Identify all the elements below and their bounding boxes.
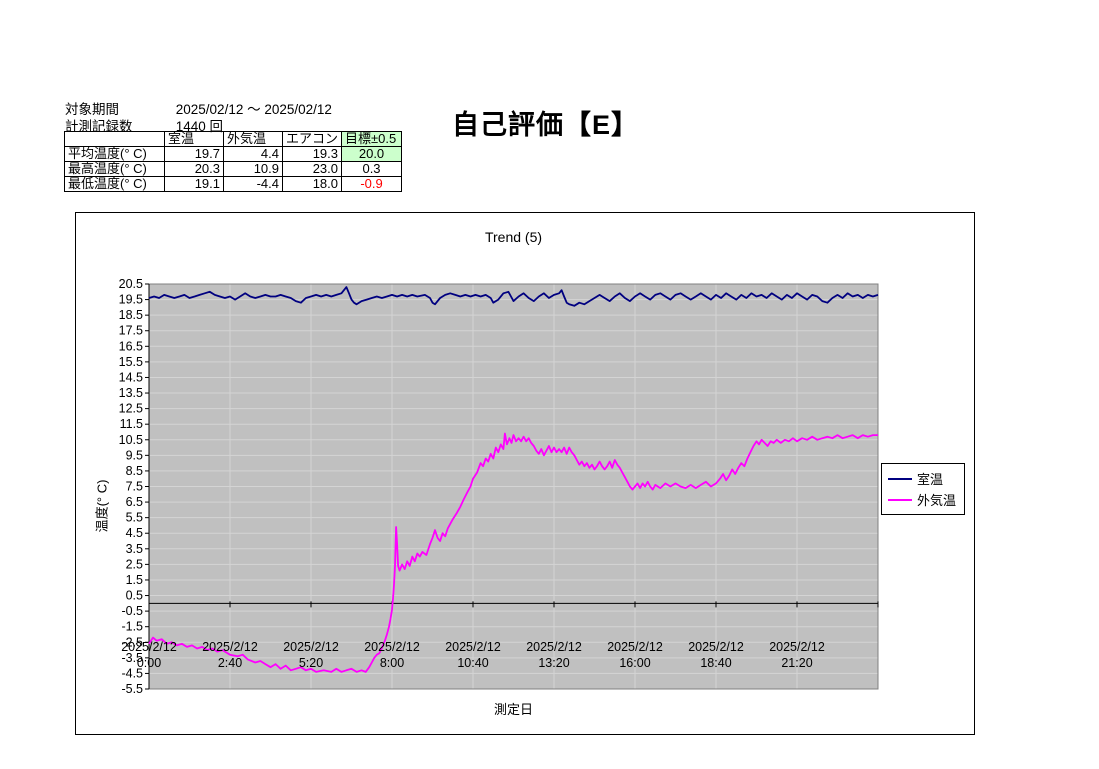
summary-value-cell: 10.9 <box>224 162 283 177</box>
summary-header-cell: エアコン <box>283 132 342 147</box>
x-tick-time-label: 10:40 <box>457 656 488 670</box>
y-tick-label: 4.5 <box>126 526 143 540</box>
summary-value-cell: 4.4 <box>224 147 283 162</box>
y-tick-label: 9.5 <box>126 448 143 462</box>
x-axis-title: 測定日 <box>149 699 878 718</box>
x-tick-date-label: 2025/2/12 <box>769 640 825 654</box>
summary-row-label: 最高温度(° C) <box>65 162 165 177</box>
y-tick-label: 16.5 <box>119 339 143 353</box>
chart-legend: 室温外気温 <box>881 463 965 515</box>
summary-header-cell <box>65 132 165 147</box>
y-tick-label: 7.5 <box>126 480 143 494</box>
y-tick-label: 15.5 <box>119 355 143 369</box>
summary-table: 室温外気温エアコン目標±0.5 平均温度(° C)19.74.419.320.0… <box>64 131 402 192</box>
self-evaluation-title: 自己評価【E】 <box>452 103 639 142</box>
legend-label: 外気温 <box>917 490 956 509</box>
y-tick-label: 6.5 <box>126 495 143 509</box>
y-tick-label: -0.5 <box>121 604 143 618</box>
x-tick-time-label: 21:20 <box>781 656 812 670</box>
x-tick-time-label: 8:00 <box>380 656 404 670</box>
legend-entry: 外気温 <box>888 489 956 510</box>
y-tick-label: 18.5 <box>119 308 143 322</box>
x-tick-date-label: 2025/2/12 <box>688 640 744 654</box>
y-tick-label: 8.5 <box>126 464 143 478</box>
summary-value-cell: 19.7 <box>165 147 224 162</box>
y-axis-title: 温度(° C) <box>92 480 111 533</box>
y-tick-label: 5.5 <box>126 511 143 525</box>
report-page: 対象期間 2025/02/12 ～ 2025/02/12 計測記録数 1440 … <box>0 0 1099 769</box>
summary-header-cell: 室温 <box>165 132 224 147</box>
y-tick-label: 12.5 <box>119 402 143 416</box>
chart-title: Trend (5) <box>149 229 878 245</box>
x-tick-time-label: 18:40 <box>700 656 731 670</box>
summary-header-cell: 外気温 <box>224 132 283 147</box>
summary-value-cell: 19.3 <box>283 147 342 162</box>
x-tick-time-label: 0:00 <box>137 656 161 670</box>
y-tick-label: 14.5 <box>119 370 143 384</box>
summary-value-cell: 23.0 <box>283 162 342 177</box>
y-tick-label: 17.5 <box>119 324 143 338</box>
summary-row: 最低温度(° C)19.1-4.418.0-0.9 <box>65 177 402 192</box>
y-tick-label: 0.5 <box>126 589 143 603</box>
y-tick-label: 13.5 <box>119 386 143 400</box>
y-tick-label: -5.5 <box>121 682 143 696</box>
summary-row-label: 平均温度(° C) <box>65 147 165 162</box>
y-tick-label: 19.5 <box>119 293 143 307</box>
summary-value-cell: 18.0 <box>283 177 342 192</box>
chart-frame: 20.5 19.518.5 17.516.5 15.514.5 13.5 12.511.5… <box>75 212 975 735</box>
x-tick-time-label: 2:40 <box>218 656 242 670</box>
legend-line-swatch <box>888 478 912 480</box>
summary-row-label: 最低温度(° C) <box>65 177 165 192</box>
legend-line-swatch <box>888 499 912 501</box>
y-tick-label: 1.5 <box>126 573 143 587</box>
y-tick-label: 2.5 <box>126 557 143 571</box>
x-tick-date-label: 2025/2/12 <box>283 640 339 654</box>
summary-value-cell: 20.0 <box>342 147 402 162</box>
x-tick-date-label: 2025/2/12 <box>202 640 258 654</box>
summary-value-cell: 19.1 <box>165 177 224 192</box>
x-tick-date-label: 2025/2/12 <box>121 640 177 654</box>
x-tick-date-label: 2025/2/12 <box>607 640 663 654</box>
y-tick-label: 11.5 <box>120 417 143 431</box>
summary-row: 平均温度(° C)19.74.419.320.0 <box>65 147 402 162</box>
x-tick-date-label: 2025/2/12 <box>445 640 501 654</box>
x-tick-time-label: 16:00 <box>619 656 650 670</box>
x-tick-date-label: 2025/2/12 <box>364 640 420 654</box>
summary-value-cell: 20.3 <box>165 162 224 177</box>
y-tick-label: 3.5 <box>126 542 143 556</box>
summary-value-cell: -0.9 <box>342 177 402 192</box>
legend-label: 室温 <box>917 469 943 488</box>
summary-row: 最高温度(° C)20.310.923.00.3 <box>65 162 402 177</box>
x-tick-time-label: 5:20 <box>299 656 323 670</box>
legend-entry: 室温 <box>888 468 956 489</box>
y-tick-label: 20.5 <box>119 277 143 291</box>
trend-chart: 20.5 19.518.5 17.516.5 15.514.5 13.5 12.511.5… <box>76 213 974 734</box>
x-tick-time-label: 13:20 <box>538 656 569 670</box>
summary-value-cell: -4.4 <box>224 177 283 192</box>
y-tick-label: 10.5 <box>119 433 143 447</box>
summary-header-cell: 目標±0.5 <box>342 132 402 147</box>
summary-value-cell: 0.3 <box>342 162 402 177</box>
y-tick-label: -1.5 <box>121 620 143 634</box>
x-tick-date-label: 2025/2/12 <box>526 640 582 654</box>
